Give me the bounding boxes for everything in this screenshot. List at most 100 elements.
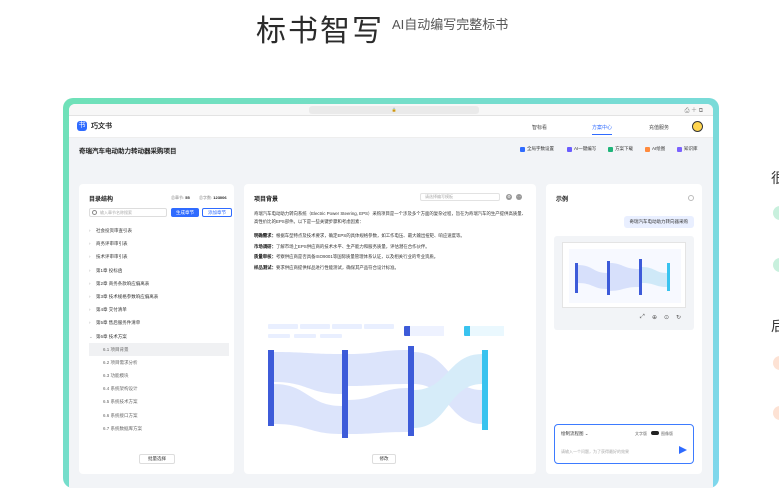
- outline-title: 目录结构: [89, 197, 114, 203]
- hero-subtitle: AI自动编写完整标书: [392, 17, 509, 32]
- outline-subitem[interactable]: 6.6 系统接口方案: [89, 409, 229, 422]
- flow-band: [348, 388, 408, 434]
- browser-chrome: 🔒 ⎙ ＋ ⧉: [69, 104, 713, 121]
- browser-actions[interactable]: ⎙ ＋ ⧉: [685, 105, 703, 115]
- download-icon[interactable]: ⊙: [664, 314, 669, 321]
- section-count: 总章节: 55: [171, 195, 190, 201]
- bullet-key: 明确需求：: [254, 233, 276, 238]
- preview-column: [575, 263, 578, 293]
- generate-section-button[interactable]: 生成章节: [171, 208, 199, 217]
- info-icon[interactable]: [688, 195, 694, 201]
- diagram-chip: [268, 324, 298, 329]
- bullet-point: 质量审核：考察供应商是否具备ISO9001等国际质量管理体系认证，以及相关行业的…: [254, 253, 526, 261]
- hero: 标书智写 AI自动编写完整标书: [0, 0, 779, 90]
- prompt-input[interactable]: 绘制流程图 ⌄ 文字版 图像版 请输入一个问题，为了获得最好的效果: [554, 424, 694, 464]
- nav-item-zhibiao[interactable]: 智标看: [532, 124, 547, 131]
- tool-label: AI绘图: [652, 146, 666, 151]
- bullet-point: 明确需求：根据车型特点及技术要求，确定EPS的具体规格参数，如工作电压、最大输出…: [254, 232, 526, 240]
- bullet-text: 了解市场上EPS供应商的技术水平、生产能力和服务质量，评估潜在合作伙伴。: [275, 243, 430, 249]
- diagram-chip: [320, 334, 342, 338]
- right-edge-decoration: 很 后: [771, 160, 779, 440]
- outline-item[interactable]: 商务评审审引表: [89, 237, 229, 250]
- search-icon: [92, 210, 97, 215]
- bullet-text: 根据车型特点及技术要求，确定EPS的具体规格参数，如工作电压、最大输出扭矩、响应…: [275, 233, 465, 238]
- sankey-flows: [274, 350, 482, 434]
- outline-search-input[interactable]: 输入章节名称搜索: [89, 208, 167, 217]
- bullet-key: 市场调研：: [254, 243, 276, 249]
- logo-icon: 书: [77, 121, 87, 131]
- add-section-button[interactable]: 添加章节: [202, 208, 232, 217]
- zoom-in-icon[interactable]: ⊕: [652, 314, 657, 321]
- tool-ai-write[interactable]: AI一键编写: [567, 146, 596, 152]
- diagram-header: [268, 324, 394, 338]
- diagram-chip: [300, 324, 330, 329]
- search-placeholder: 输入章节名称搜索: [100, 210, 132, 215]
- download-icon: [608, 146, 613, 152]
- more-icon[interactable]: ⋯: [516, 194, 522, 200]
- diagram-column: [342, 350, 348, 438]
- bullet-key: 质量审核：: [254, 254, 276, 260]
- mode-option-text[interactable]: 文字版: [635, 431, 647, 437]
- diagram-node-label: [410, 326, 444, 336]
- outline-item[interactable]: 第3章 技术规格参数响应偏离表: [89, 290, 229, 303]
- outline-subitem[interactable]: 6.7 系统数据库方案: [89, 422, 229, 435]
- user-message-bubble: 奇瑞汽车电动助力转向器采购: [623, 216, 694, 228]
- outline-subitem[interactable]: 6.1 项目背景: [89, 342, 229, 356]
- settings-icon[interactable]: ⚙: [506, 194, 512, 200]
- mode-select[interactable]: 绘制流程图 ⌄: [561, 431, 589, 437]
- outline-subitem[interactable]: 6.5 系统技术方案: [89, 395, 229, 408]
- screenshot-frame: 🔒 ⎙ ＋ ⧉ 书 巧文书 智标看 方案中心 充值服务 奇瑞汽车电动助力转动器采…: [63, 98, 719, 488]
- avatar[interactable]: [692, 121, 703, 132]
- mode-option-image[interactable]: 图像版: [661, 431, 673, 437]
- preview-column: [607, 261, 610, 295]
- bullet-points: 明确需求：根据车型特点及技术要求，确定EPS的具体规格参数，如工作电压、最大输出…: [254, 232, 526, 274]
- outline-tree: 社会投资审查引表商务评审审引表技术评审审引表第1章 投标函第2章 商务条款响应偏…: [89, 224, 229, 435]
- example-title: 示例: [556, 197, 569, 203]
- template-select[interactable]: 请选择编写模板: [420, 193, 500, 201]
- word-count-value: 123006: [213, 195, 227, 200]
- outline-item[interactable]: 第2章 商务条款响应偏离表: [89, 277, 229, 290]
- outline-subitem[interactable]: 6.3 功能模块: [89, 369, 229, 382]
- outline-item[interactable]: 第4章 交付清单: [89, 303, 229, 316]
- preview-image[interactable]: [562, 242, 686, 308]
- diagram-chip: [268, 334, 290, 338]
- tool-word-settings[interactable]: 全局字数设置: [520, 146, 554, 152]
- edit-button[interactable]: 修改: [372, 454, 396, 464]
- hero-title: 标书智写: [256, 14, 384, 49]
- tool-knowledge[interactable]: 知识库: [677, 146, 698, 152]
- expand-icon[interactable]: ⤢: [640, 314, 645, 321]
- outline-item[interactable]: 第5章 售后服务件清单: [89, 316, 229, 329]
- outline-item[interactable]: 社会投资审查引表: [89, 224, 229, 237]
- diagram-chip: [332, 324, 362, 329]
- outline-item[interactable]: 第1章 投标函: [89, 264, 229, 277]
- batch-select-button[interactable]: 批量选择: [139, 454, 175, 464]
- outline-item[interactable]: 技术评审审引表: [89, 250, 229, 263]
- mode-toggle[interactable]: [651, 431, 659, 435]
- logo[interactable]: 书 巧文书: [77, 121, 112, 131]
- ai-icon: [567, 146, 572, 152]
- refresh-icon[interactable]: ↻: [676, 314, 681, 321]
- prompt-placeholder: 请输入一个问题，为了获得最好的效果: [561, 449, 629, 454]
- intro-paragraph: 奇瑞汽车电动助力转向系统（Electric Power Steering, EP…: [254, 211, 527, 224]
- logo-text: 巧文书: [91, 123, 112, 130]
- bullet-point: 样品测试：要求供应商提供样品进行性能测试，确保其产品符合设计标准。: [254, 264, 526, 272]
- nav-item-solutions[interactable]: 方案中心: [592, 124, 613, 135]
- send-icon[interactable]: [679, 446, 687, 454]
- tool-download[interactable]: 方案下载: [608, 146, 633, 152]
- diagram-chip: [364, 324, 394, 329]
- settings-icon: [520, 146, 525, 152]
- outline-subitem[interactable]: 6.2 项目需求分析: [89, 356, 229, 369]
- green-dot-icon: [773, 206, 779, 220]
- draw-icon: [645, 146, 650, 152]
- tool-label: 知识库: [684, 146, 698, 151]
- tool-ai-draw[interactable]: AI绘图: [645, 146, 665, 152]
- nav-item-recharge[interactable]: 充值服务: [649, 124, 669, 131]
- outline-subitem[interactable]: 6.4 系统架构设计: [89, 382, 229, 395]
- tool-label: AI一键编写: [574, 146, 597, 151]
- content-panel: 项目背景 请选择编写模板 ⚙ ⋯ 奇瑞汽车电动助力转向系统（Electric P…: [244, 184, 536, 474]
- outline-item[interactable]: 第6章 技术方案: [89, 330, 229, 343]
- word-count-label: 总字数:: [199, 195, 213, 200]
- address-bar[interactable]: 🔒: [309, 106, 479, 114]
- project-bar: 奇瑞汽车电动助力转动器采购项目 全局字数设置 AI一键编写 方案下载 AI绘图 …: [69, 138, 713, 160]
- green-dot-icon: [773, 258, 779, 272]
